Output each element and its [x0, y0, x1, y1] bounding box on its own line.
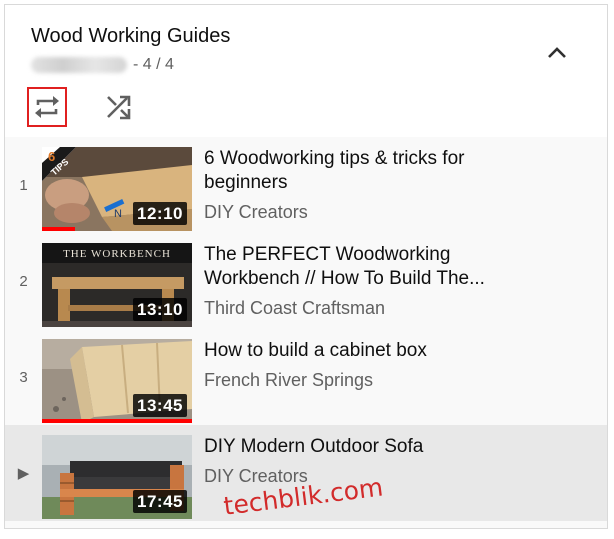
video-title[interactable]: How to build a cabinet box — [204, 339, 534, 363]
shuffle-icon — [107, 95, 131, 120]
thumb-caption: N — [114, 208, 122, 220]
video-duration: 12:10 — [133, 202, 187, 225]
video-thumbnail[interactable]: 6 TIPS N 12:10 — [42, 147, 192, 231]
video-thumbnail[interactable]: 17:45 — [42, 435, 192, 519]
video-meta: The PERFECT Woodworking Workbench // How… — [204, 243, 534, 319]
video-thumbnail[interactable]: 13:45 — [42, 339, 192, 423]
chevron-up-icon — [548, 47, 566, 58]
video-duration: 13:10 — [133, 298, 187, 321]
channel-name: DIY Creators — [204, 202, 308, 222]
watch-progress-bar — [42, 419, 192, 423]
playlist-position: - 4 / 4 — [133, 56, 174, 73]
playlist-header: Wood Working Guides - 4 / 4 — [5, 5, 607, 137]
video-title[interactable]: DIY Modern Outdoor Sofa — [204, 435, 534, 459]
item-index: 3 — [19, 368, 28, 386]
playlist-panel: Wood Working Guides - 4 / 4 1 6 TIPS N 1… — [4, 4, 608, 529]
playlist-item-2[interactable]: 2 THE WORKBENCH 13:10 The PERFECT Woodwo… — [5, 233, 607, 329]
playlist-title[interactable]: Wood Working Guides — [31, 25, 230, 48]
playlist-item-3[interactable]: 3 13:45 How to build a cabinet box Frenc — [5, 329, 607, 425]
playlist-subtitle: - 4 / 4 — [31, 56, 174, 74]
playlist-item-1[interactable]: 1 6 TIPS N 12:10 6 Woodworking tips & tr… — [5, 137, 607, 233]
watch-progress-bar — [42, 227, 75, 231]
video-duration: 17:45 — [133, 490, 187, 513]
loop-icon — [35, 96, 59, 118]
item-index: 1 — [19, 176, 28, 194]
video-title[interactable]: The PERFECT Woodworking Workbench // How… — [204, 243, 534, 291]
thumb-badge-number: 6 — [48, 149, 55, 164]
video-meta: 6 Woodworking tips & tricks for beginner… — [204, 147, 534, 223]
thumb-banner: THE WORKBENCH — [63, 248, 171, 260]
video-meta: How to build a cabinet box French River … — [204, 339, 534, 391]
video-duration: 13:45 — [133, 394, 187, 417]
shuffle-button[interactable] — [101, 89, 137, 125]
loop-button[interactable] — [27, 87, 67, 127]
channel-name: Third Coast Craftsman — [204, 298, 386, 318]
blurred-owner-name — [31, 57, 127, 73]
item-index: 2 — [19, 272, 28, 290]
collapse-button[interactable] — [543, 39, 571, 67]
video-thumbnail[interactable]: THE WORKBENCH 13:10 — [42, 243, 192, 327]
video-title[interactable]: 6 Woodworking tips & tricks for beginner… — [204, 147, 534, 195]
now-playing-icon: ▶ — [17, 465, 30, 482]
channel-name: French River Springs — [204, 370, 374, 390]
